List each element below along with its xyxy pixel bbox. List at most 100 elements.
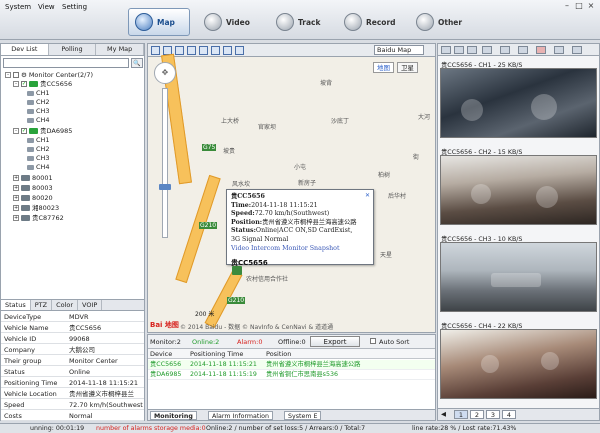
zoom-out-tool-icon[interactable] — [175, 46, 184, 55]
stop-icon[interactable] — [536, 46, 546, 54]
checkbox[interactable] — [13, 72, 19, 78]
close-icon[interactable]: ✕ — [365, 192, 370, 201]
tree-channel[interactable]: CH4 — [27, 163, 50, 171]
export-button[interactable]: Export — [310, 336, 360, 347]
tab-system-events[interactable]: System E — [284, 411, 322, 420]
tree-vehicle[interactable]: + 贵C87762 — [13, 214, 64, 222]
passenger-shape — [531, 94, 557, 120]
tree-channel[interactable]: CH3 — [27, 154, 50, 162]
maximize-icon[interactable]: □ — [574, 2, 584, 10]
fullscreen-icon[interactable] — [235, 46, 244, 55]
close-icon[interactable]: × — [586, 2, 596, 10]
tree-channel[interactable]: CH2 — [27, 98, 50, 106]
tab-voip[interactable]: VOIP — [78, 300, 103, 310]
nav-video-button[interactable]: Video — [198, 8, 258, 36]
tab-color[interactable]: Color — [52, 300, 79, 310]
collapse-icon[interactable]: - — [13, 81, 19, 87]
tab-dev-list[interactable]: Dev List — [1, 44, 49, 55]
tree-vehicle[interactable]: +80003 — [13, 184, 53, 192]
map-view[interactable]: Baidu Map 坡背 上大桥 官家坝 沙底丁 大河 坡贵 小屯 街 柏树 新… — [147, 43, 436, 333]
page-3[interactable]: 3 — [486, 410, 500, 419]
page-4[interactable]: 4 — [502, 410, 516, 419]
tab-monitoring[interactable]: Monitoring — [150, 411, 197, 420]
nav-other-button[interactable]: Other — [410, 8, 470, 36]
tree-vehicle[interactable]: - ✓ 贵CC5656 — [13, 80, 72, 88]
tree-vehicle[interactable]: +80001 — [13, 174, 53, 182]
map-label: 上大桥 — [221, 118, 240, 125]
device-search-input[interactable] — [3, 58, 129, 68]
search-tool-icon[interactable] — [211, 46, 220, 55]
popup-action-links[interactable]: Video Intercom Monitor Snapshot — [231, 245, 369, 254]
map-label: 后华村 — [388, 193, 407, 200]
expand-icon[interactable]: + — [13, 185, 19, 191]
menu-view[interactable]: View — [38, 3, 55, 11]
tab-status[interactable]: Status — [1, 300, 31, 310]
tab-alarm-information[interactable]: Alarm Information — [208, 411, 273, 420]
expand-icon[interactable]: + — [13, 215, 19, 221]
property-row: Vehicle Name 贵CC5656 — [1, 323, 144, 333]
layout-16-icon[interactable] — [482, 46, 492, 54]
map-source-select[interactable]: Baidu Map — [374, 45, 424, 55]
map-label: 小屯 — [294, 164, 307, 171]
camera-icon — [27, 164, 34, 170]
tab-polling[interactable]: Polling — [49, 44, 97, 55]
fullscreen-icon[interactable] — [572, 46, 582, 54]
measure-tool-icon[interactable] — [199, 46, 208, 55]
zoom-handle[interactable] — [159, 184, 171, 190]
auto-sort-checkbox[interactable] — [370, 338, 376, 344]
expand-icon[interactable]: + — [13, 195, 19, 201]
tree-root[interactable]: - ⚙ Monitor Center(2/7) — [5, 71, 93, 79]
layout-9-icon[interactable] — [467, 46, 477, 54]
checkbox[interactable]: ✓ — [21, 81, 27, 87]
collapse-icon[interactable]: - — [13, 128, 19, 134]
monitor-tabs: Monitoring Alarm Information System E — [148, 409, 435, 420]
pointer-icon[interactable] — [151, 46, 160, 55]
tree-channel[interactable]: CH1 — [27, 89, 50, 97]
pan-tool-icon[interactable] — [187, 46, 196, 55]
tree-vehicle[interactable]: + 湘80023 — [13, 204, 59, 212]
video-frame-ch4[interactable] — [440, 329, 597, 399]
table-row[interactable]: 贵DA6985 2014-11-18 11:15:19 贵州省铜仁市思南县s53… — [148, 370, 435, 380]
tree-vehicle[interactable]: +80020 — [13, 194, 53, 202]
monitor-center-icon: ⚙ — [21, 71, 27, 79]
menu-system[interactable]: System — [5, 3, 31, 11]
vehicle-marker-icon[interactable] — [232, 266, 242, 275]
table-row[interactable]: 贵CC5656 2014-11-18 11:15:21 贵州省遵义市桐梓县兰海高… — [148, 360, 435, 370]
minimize-icon[interactable]: – — [562, 2, 572, 10]
collapse-icon[interactable]: - — [5, 72, 11, 78]
video-frame-ch3[interactable] — [440, 242, 597, 312]
map-zoom-slider[interactable] — [162, 88, 168, 238]
search-icon[interactable]: 🔍 — [131, 58, 143, 68]
camera-icon — [27, 137, 34, 143]
page-1[interactable]: 1 — [454, 410, 468, 419]
camera-icon — [27, 155, 34, 161]
layout-4-icon[interactable] — [454, 46, 464, 54]
tab-my-map[interactable]: My Map — [96, 44, 145, 55]
map-pan-control[interactable]: ✥ — [154, 62, 176, 84]
nav-record-button[interactable]: Record — [338, 8, 404, 36]
expand-icon[interactable]: + — [13, 205, 19, 211]
volume-icon[interactable] — [554, 46, 564, 54]
vehicle-offline-icon — [21, 215, 30, 221]
nav-track-button[interactable]: Track — [270, 8, 330, 36]
layout-1-icon[interactable] — [441, 46, 451, 54]
tree-channel[interactable]: CH4 — [27, 116, 50, 124]
tree-channel[interactable]: CH2 — [27, 145, 50, 153]
nav-map-button[interactable]: Map — [128, 8, 190, 36]
area-tool-icon[interactable] — [223, 46, 232, 55]
record-icon[interactable] — [518, 46, 528, 54]
snapshot-icon[interactable] — [500, 46, 510, 54]
video-frame-ch1[interactable] — [440, 68, 597, 138]
map-type-satellite-button[interactable]: 卫星 — [397, 62, 418, 73]
expand-icon[interactable]: + — [13, 175, 19, 181]
checkbox[interactable]: ✓ — [21, 128, 27, 134]
tree-channel[interactable]: CH1 — [27, 136, 50, 144]
tab-ptz[interactable]: PTZ — [31, 300, 53, 310]
tree-channel[interactable]: CH3 — [27, 107, 50, 115]
menu-setting[interactable]: Setting — [62, 3, 87, 11]
page-2[interactable]: 2 — [470, 410, 484, 419]
video-frame-ch2[interactable] — [440, 155, 597, 225]
map-type-map-button[interactable]: 地图 — [373, 62, 394, 73]
tree-vehicle[interactable]: - ✓ 贵DA6985 — [13, 127, 72, 135]
page-prev-icon[interactable]: ◀ — [441, 410, 446, 418]
